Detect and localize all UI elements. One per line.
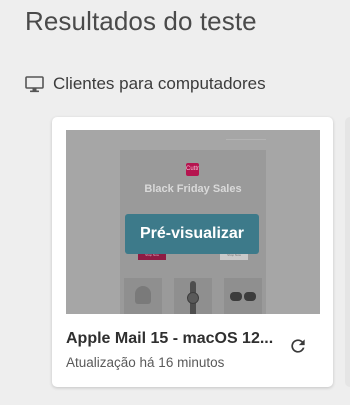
preview-button[interactable]: Pré-visualizar [125, 214, 259, 254]
email-preview-thumbnail[interactable]: Cuttr Black Friday Sales Shop Now Shop N… [66, 130, 320, 314]
email-headline: Black Friday Sales [144, 183, 242, 195]
page-title: Resultados do teste [25, 6, 257, 36]
product-watch-image [174, 278, 212, 314]
preview-divider [226, 139, 266, 140]
refresh-icon [288, 336, 308, 361]
next-client-card-peek [345, 117, 350, 387]
desktop-monitor-icon [25, 75, 44, 93]
refresh-button[interactable] [286, 336, 310, 360]
test-results-page: Resultados do teste Clientes para comput… [0, 0, 350, 405]
email-product-row [120, 274, 266, 314]
desktop-clients-section-header: Clientes para computadores [25, 74, 266, 94]
last-updated-text: Atualização há 16 minutos [66, 355, 225, 370]
section-title: Clientes para computadores [53, 74, 266, 93]
client-name: Apple Mail 15 - macOS 12... [66, 330, 274, 347]
product-cap-image [124, 278, 162, 314]
product-sunglasses-image [224, 278, 262, 314]
client-card[interactable]: Cuttr Black Friday Sales Shop Now Shop N… [52, 117, 333, 387]
brand-logo: Cuttr [186, 163, 199, 176]
